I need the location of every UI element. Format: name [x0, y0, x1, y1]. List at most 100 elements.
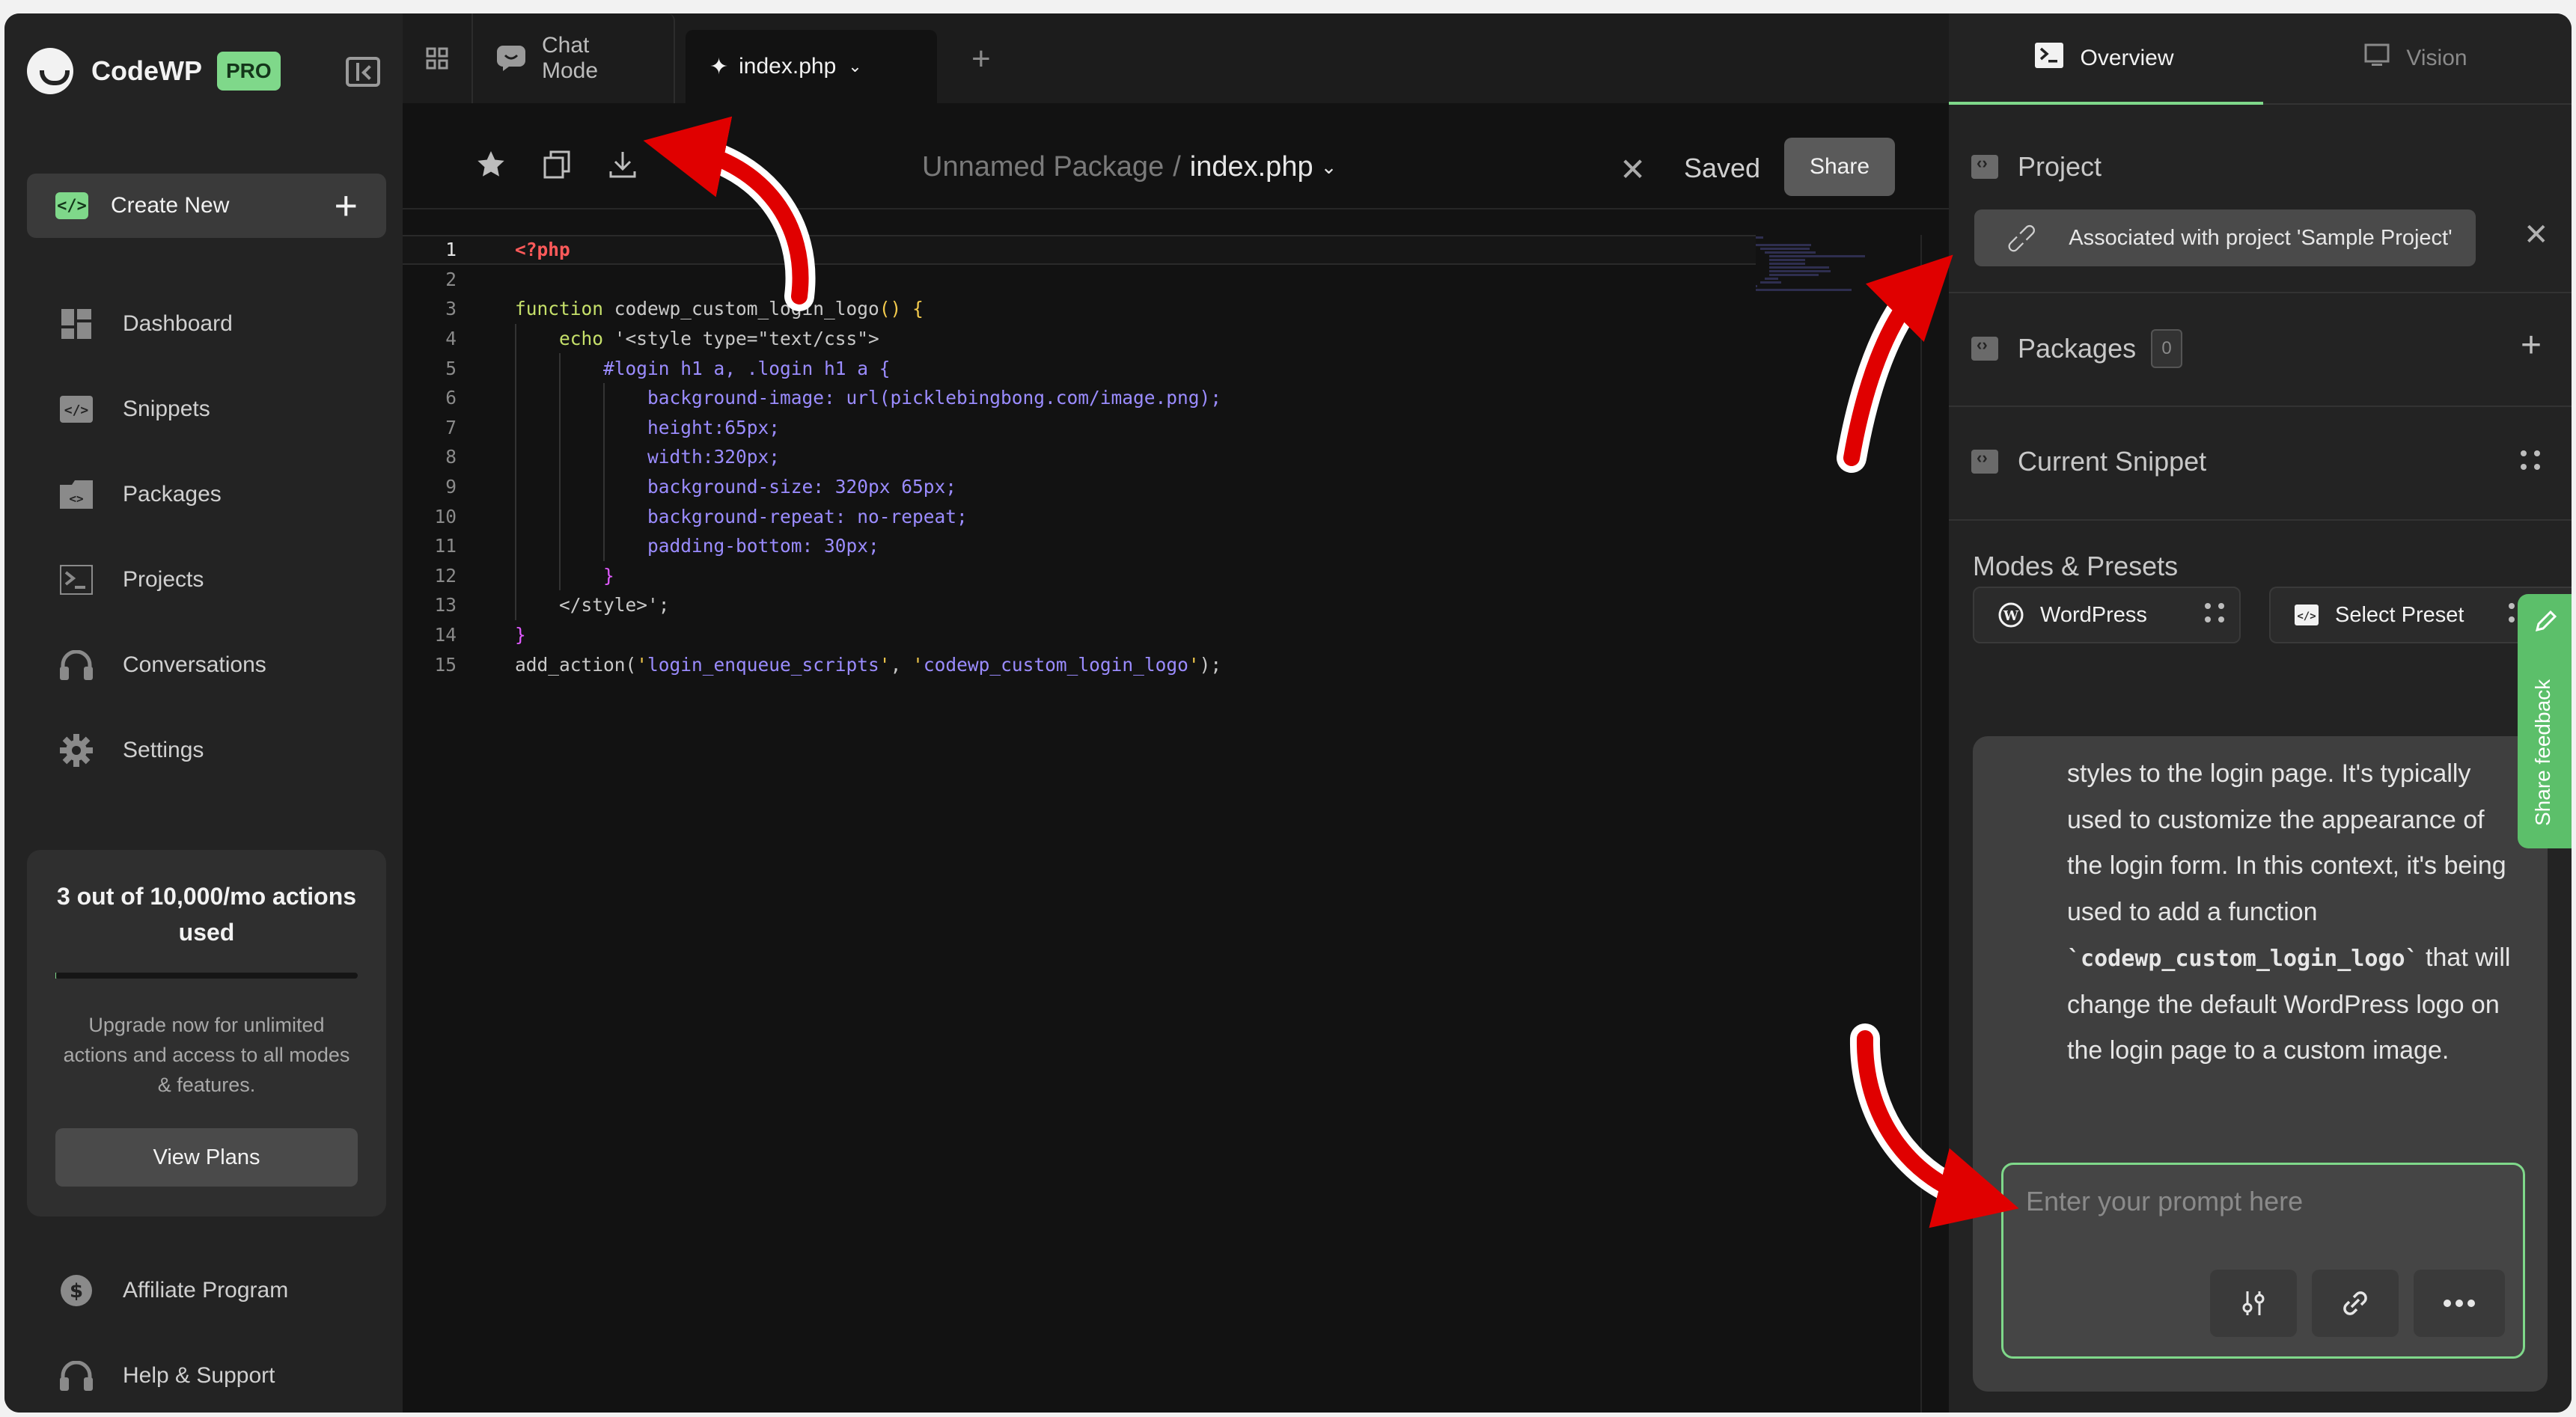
- associated-project-chip[interactable]: ⊂⊃ Associated with project 'Sample Proje…: [1974, 209, 2476, 266]
- code-line[interactable]: 9 background-size: 320px 65px;: [403, 471, 1756, 502]
- sidebar-item-conversations[interactable]: Conversations: [27, 622, 386, 708]
- star-icon[interactable]: [474, 148, 507, 181]
- current-snippet-section: Current Snippet: [1949, 407, 2572, 521]
- prompt-input[interactable]: [2003, 1165, 2523, 1270]
- package-icon: [1971, 335, 1998, 361]
- code-line[interactable]: 6 background-image: url(picklebingbong.c…: [403, 382, 1756, 413]
- line-number: 2: [445, 268, 457, 290]
- indent-guide: [559, 501, 561, 531]
- code-line[interactable]: 11 padding-bottom: 30px;: [403, 530, 1756, 561]
- code-icon: </>: [2295, 605, 2319, 625]
- share-feedback-tab[interactable]: Share feedback: [2518, 594, 2572, 848]
- tab-chat-mode[interactable]: Chat Mode: [473, 13, 675, 103]
- grid-icon[interactable]: [403, 13, 473, 103]
- copy-icon[interactable]: [540, 148, 573, 181]
- code-line[interactable]: 2: [403, 265, 1756, 295]
- code-line[interactable]: 15 add_action('login_enqueue_scripts', 'c…: [403, 649, 1756, 679]
- code-minimap[interactable]: [1756, 235, 1868, 295]
- code-line[interactable]: 7 height:65px;: [403, 412, 1756, 443]
- breadcrumb[interactable]: Unnamed Package / index.php ⌄: [922, 151, 1337, 183]
- headset-icon: [60, 1359, 93, 1392]
- indent-guide: [559, 530, 561, 561]
- code-line[interactable]: 1 <?php: [403, 235, 1756, 265]
- sidebar: CodeWP PRO </> Create New + Dashboard </…: [4, 13, 403, 1413]
- line-number: 7: [445, 416, 457, 438]
- code-icon: </>: [55, 192, 88, 219]
- drag-handle-icon: [2205, 603, 2224, 622]
- minimap-line: [1765, 278, 1778, 280]
- close-icon[interactable]: ✕: [1620, 154, 1646, 186]
- sidebar-item-help[interactable]: Help & Support: [27, 1333, 386, 1413]
- code-line[interactable]: 3 function codewp_custom_login_logo() {: [403, 294, 1756, 324]
- tab-vision[interactable]: Vision: [2260, 13, 2572, 103]
- line-number: 6: [445, 387, 457, 409]
- brand[interactable]: CodeWP PRO: [27, 45, 281, 97]
- svg-text:W: W: [2003, 608, 2019, 624]
- add-package-button[interactable]: +: [2521, 328, 2542, 364]
- attach-link-button[interactable]: [2312, 1270, 2399, 1337]
- sidebar-item-snippets[interactable]: </> Snippets: [27, 367, 386, 452]
- sidebar-item-settings[interactable]: Settings: [27, 708, 386, 793]
- minimap-line: [1760, 281, 1781, 284]
- indent-guide: [515, 471, 516, 502]
- mode-wordpress-button[interactable]: W WordPress: [1973, 587, 2241, 643]
- usage-card: 3 out of 10,000/mo actions used Upgrade …: [27, 850, 386, 1216]
- package-icon: <>: [60, 478, 93, 511]
- close-icon[interactable]: ✕: [2524, 220, 2549, 250]
- current-snippet-header[interactable]: Current Snippet: [1971, 446, 2206, 477]
- sidebar-item-dashboard[interactable]: Dashboard: [27, 281, 386, 367]
- settings-sliders-button[interactable]: [2210, 1270, 2297, 1337]
- download-icon[interactable]: [606, 148, 639, 181]
- sidebar-bottom-nav: $ Affiliate Program Help & Support: [27, 1248, 386, 1413]
- headset-icon: [60, 649, 93, 682]
- sidebar-item-label: Affiliate Program: [123, 1278, 289, 1303]
- svg-text:</>: </>: [64, 403, 89, 418]
- share-button[interactable]: Share: [1784, 138, 1895, 196]
- code-line[interactable]: 4 echo '<style type="text/css">: [403, 323, 1756, 354]
- collapse-sidebar-icon[interactable]: [346, 57, 380, 87]
- minimap-line: [1769, 255, 1865, 257]
- section-title: Project: [2018, 151, 2102, 182]
- view-plans-button[interactable]: View Plans: [55, 1128, 358, 1187]
- code-line[interactable]: 8 width:320px;: [403, 442, 1756, 472]
- save-status: Saved: [1684, 153, 1761, 183]
- more-options-button[interactable]: [2414, 1270, 2505, 1337]
- project-header[interactable]: Project: [1971, 151, 2102, 183]
- wordpress-icon: W: [1998, 602, 2024, 628]
- code-line[interactable]: 12 }: [403, 560, 1756, 591]
- packages-header[interactable]: Packages 0: [1971, 329, 2183, 368]
- code-icon: </>: [60, 393, 93, 426]
- tab-index-php[interactable]: ✦ index.php ⌄: [686, 30, 937, 103]
- sidebar-item-packages[interactable]: <> Packages: [27, 452, 386, 537]
- svg-text:</>: </>: [2297, 610, 2316, 622]
- tab-overview[interactable]: Overview: [1949, 13, 2260, 103]
- usage-description: Upgrade now for unlimited actions and ac…: [63, 1014, 350, 1096]
- code-editor[interactable]: 1 <?php 2 3 function codewp_custom_login_log…: [403, 235, 1756, 1413]
- editor-scrollbar[interactable]: [1920, 235, 1949, 1413]
- minimap-line: [1769, 270, 1831, 272]
- chevron-down-icon: ⌄: [1320, 156, 1337, 178]
- sidebar-item-label: Help & Support: [123, 1363, 275, 1388]
- indent-guide: [559, 353, 561, 383]
- line-number: 4: [445, 328, 457, 350]
- code-line[interactable]: 13 </style>';: [403, 590, 1756, 620]
- sidebar-item-projects[interactable]: Projects: [27, 537, 386, 622]
- editor-area: Chat Mode ✦ index.php ⌄ + Unnamed Packag…: [403, 13, 1949, 1413]
- code-line[interactable]: 14}: [403, 620, 1756, 650]
- package-icon: [1971, 448, 1998, 474]
- create-new-button[interactable]: </> Create New +: [27, 174, 386, 238]
- indent-guide: [603, 382, 605, 413]
- line-number: 14: [434, 624, 457, 646]
- line-code: }: [603, 564, 614, 587]
- indent-guide: [515, 323, 516, 354]
- add-tab-button[interactable]: +: [971, 40, 991, 78]
- code-line[interactable]: 5 #login h1 a, .login h1 a {: [403, 353, 1756, 383]
- sidebar-item-affiliate[interactable]: $ Affiliate Program: [27, 1248, 386, 1333]
- sidebar-nav: Dashboard </> Snippets <> Packages Proje…: [27, 281, 386, 793]
- sidebar-item-label: Conversations: [123, 652, 266, 677]
- drag-handle-icon[interactable]: [2521, 450, 2540, 470]
- indent-guide: [603, 412, 605, 443]
- indent-guide: [603, 442, 605, 472]
- code-line[interactable]: 10 background-repeat: no-repeat;: [403, 501, 1756, 531]
- line-number: 9: [445, 476, 457, 498]
